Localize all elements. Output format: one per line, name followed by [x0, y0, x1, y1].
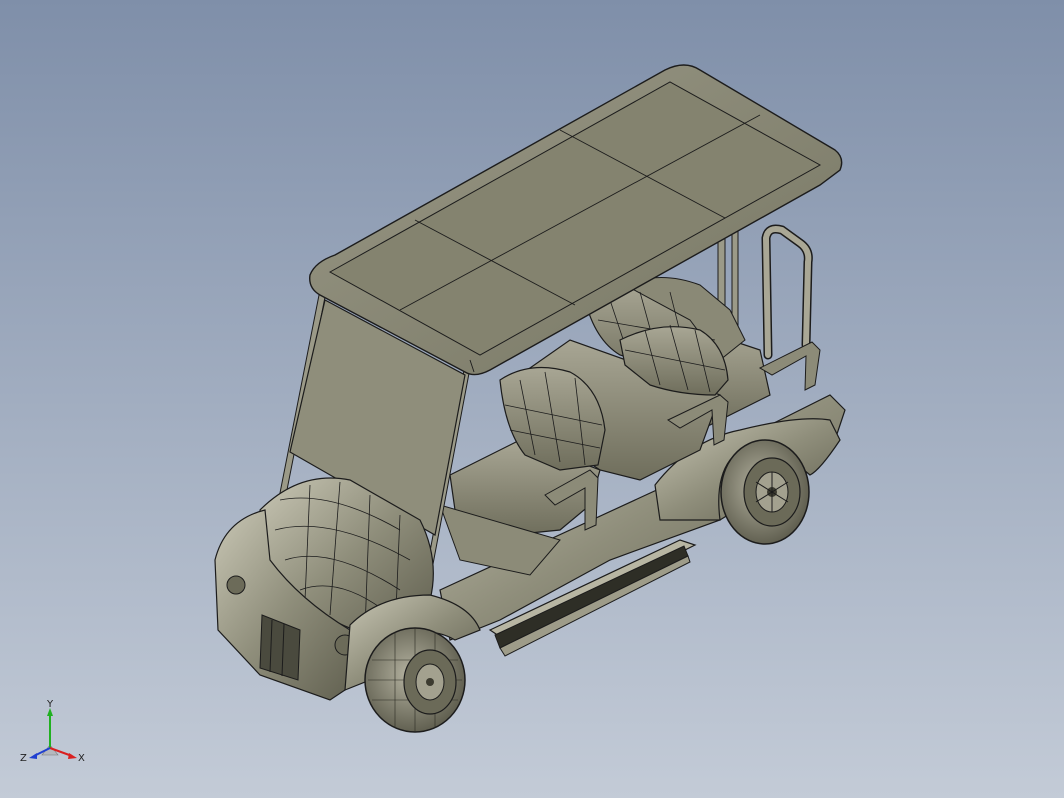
roof	[309, 64, 843, 376]
orientation-triad: Y X Z	[20, 700, 85, 764]
front-wheel	[364, 627, 466, 733]
z-axis-label: Z	[20, 753, 27, 764]
golf-cart-3d-model[interactable]	[0, 0, 1064, 798]
y-axis-label: Y	[46, 700, 54, 710]
x-axis-arrow	[68, 753, 77, 759]
rear-wheel	[720, 439, 810, 545]
z-axis-arrow	[29, 753, 37, 759]
graphics-viewport[interactable]: Y X Z	[0, 0, 1064, 798]
x-axis-label: X	[78, 753, 85, 764]
